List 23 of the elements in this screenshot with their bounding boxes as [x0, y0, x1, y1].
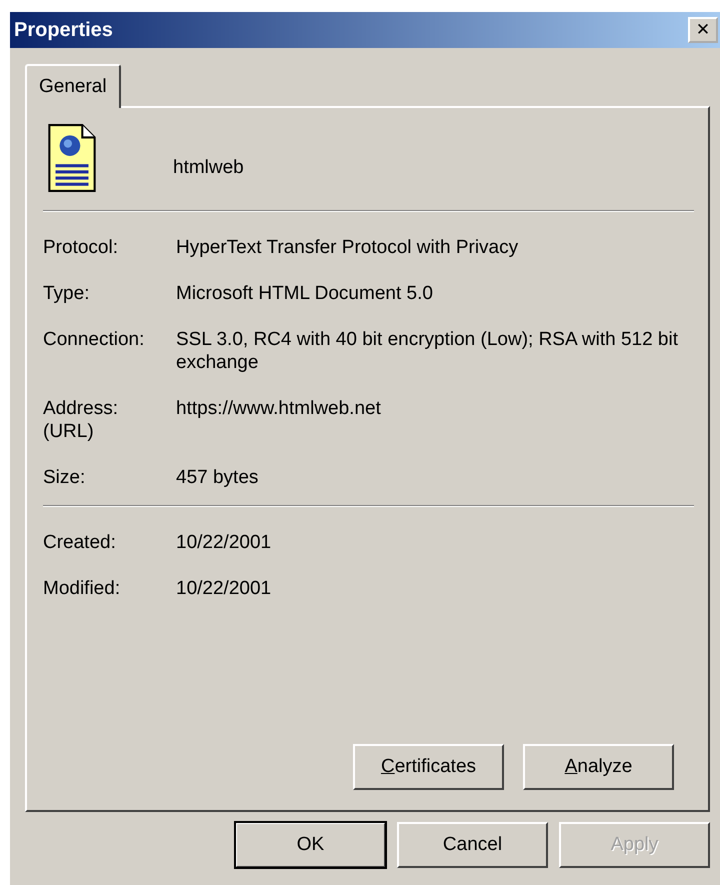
- tab[interactable]: General: [25, 64, 121, 108]
- field-value: SSL 3.0, RC4 with 40 bit encryption (Low); RSA with 512 bit exchange: [176, 328, 679, 374]
- field-value: Microsoft HTML Document 5.0: [176, 282, 434, 305]
- field-value: 10/22/2001: [176, 531, 272, 554]
- window-title: Properties: [14, 18, 113, 42]
- field-value: HyperText Transfer Protocol with Privacy: [176, 236, 520, 259]
- panel-button[interactable]: Analyze: [523, 744, 674, 790]
- close-button[interactable]: ✕: [688, 17, 718, 43]
- field-value: https://www.htmlweb.net: [176, 397, 382, 421]
- file-name: htmlweb: [173, 157, 244, 179]
- panel-button[interactable]: Certificates: [353, 744, 504, 790]
- dialog-button[interactable]: OK: [235, 822, 386, 868]
- field-value: 10/22/2001: [176, 577, 272, 600]
- field-label: Modified:: [43, 577, 122, 600]
- dialog-button[interactable]: Cancel: [397, 822, 548, 868]
- web-document-icon: [47, 123, 97, 193]
- field-label: Protocol:: [43, 236, 119, 259]
- field-value: 457 bytes: [176, 466, 260, 489]
- field-label: Size:: [43, 466, 86, 489]
- field-label: Created:: [43, 531, 117, 554]
- field-label: Type:: [43, 282, 90, 305]
- field-label: Connection:: [43, 328, 146, 352]
- field-label: Address: (URL): [43, 397, 119, 443]
